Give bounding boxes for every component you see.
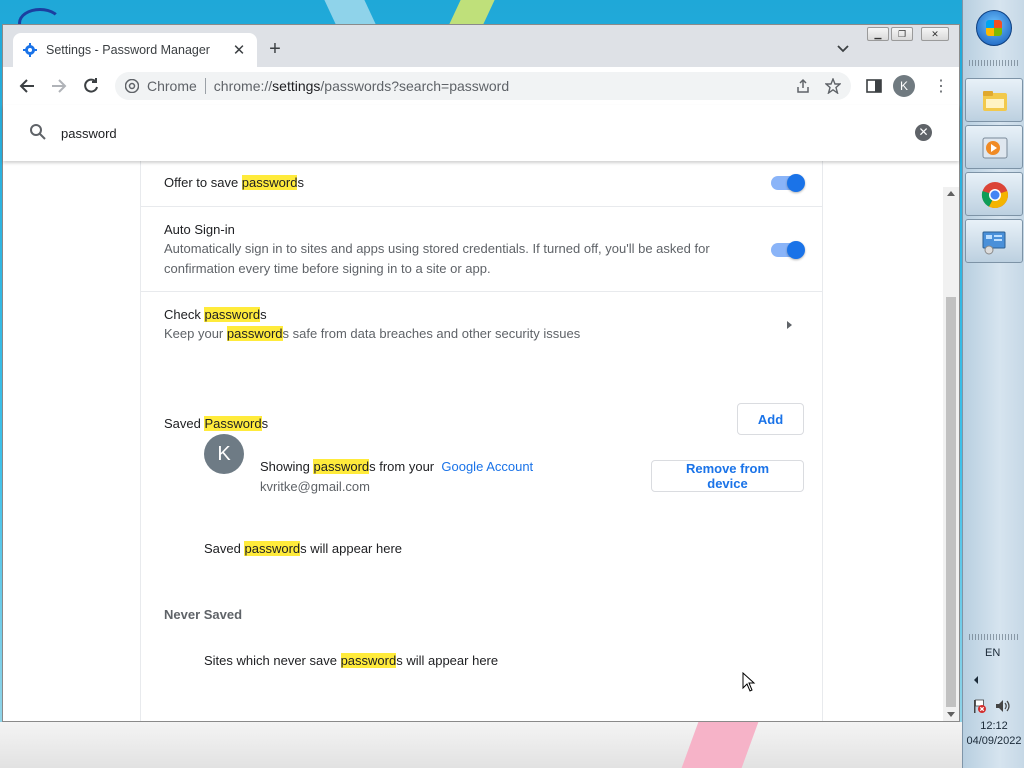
- check-passwords-row[interactable]: Check passwords Keep your passwords safe…: [141, 292, 822, 356]
- taskbar-file-explorer[interactable]: [965, 78, 1023, 122]
- tab-search-chevron-icon[interactable]: [835, 41, 851, 57]
- account-storage-notice: Showing passwords from your Google Accou…: [260, 459, 534, 474]
- new-tab-button[interactable]: +: [265, 38, 285, 61]
- password-manager-card: Offer to save passwords Auto Sign-in Aut…: [140, 161, 823, 721]
- tab-settings[interactable]: Settings - Password Manager ✕: [13, 33, 257, 67]
- never-saved-heading: Never Saved: [164, 607, 243, 622]
- taskbar-chrome[interactable]: [965, 172, 1023, 216]
- search-input[interactable]: [61, 123, 661, 143]
- scroll-up-arrow-icon[interactable]: [947, 191, 955, 196]
- vertical-scrollbar[interactable]: [943, 187, 959, 721]
- close-window-button[interactable]: ✕: [921, 27, 949, 41]
- action-center-flag-icon[interactable]: [971, 698, 987, 714]
- auto-signin-toggle[interactable]: [771, 241, 805, 259]
- auto-signin-title: Auto Sign-in: [164, 222, 235, 237]
- url-text[interactable]: chrome://settings/passwords?search=passw…: [214, 78, 781, 94]
- side-panel-icon[interactable]: [865, 77, 883, 95]
- search-icon: [30, 124, 46, 140]
- share-icon[interactable]: [795, 78, 811, 94]
- desktop-wallpaper-stripe: [449, 0, 495, 24]
- omnibox-chip: Chrome: [147, 78, 197, 94]
- desktop-wallpaper-stripe: [324, 0, 376, 24]
- remove-from-device-button[interactable]: Remove from device: [651, 460, 804, 492]
- restore-button[interactable]: ❐: [891, 27, 913, 41]
- clock-time: 12:12: [980, 720, 1008, 732]
- clear-search-icon[interactable]: ✕: [915, 124, 932, 141]
- settings-content: Offer to save passwords Auto Sign-in Aut…: [3, 161, 959, 721]
- saved-passwords-empty-text: Saved passwords will appear here: [204, 541, 403, 556]
- google-account-link[interactable]: Google Account: [441, 459, 533, 474]
- check-passwords-title: Check passwords: [164, 307, 267, 322]
- offer-to-save-toggle[interactable]: [771, 174, 805, 192]
- saved-passwords-heading: Saved Passwords: [164, 416, 269, 431]
- start-button[interactable]: [976, 10, 1012, 46]
- windows-logo-icon: [986, 20, 1002, 36]
- mouse-cursor-icon: [742, 672, 756, 692]
- address-bar[interactable]: Chrome chrome://settings/passwords?searc…: [115, 72, 851, 100]
- more-menu-icon[interactable]: ⋮: [933, 76, 949, 96]
- back-arrow-icon[interactable]: [17, 76, 37, 96]
- control-panel-icon: [982, 231, 1006, 255]
- auto-signin-row[interactable]: Auto Sign-in Automatically sign in to si…: [141, 207, 822, 292]
- omnibox-separator: [204, 78, 206, 94]
- scrollbar-thumb[interactable]: [946, 297, 956, 707]
- taskbar-media-player[interactable]: [965, 125, 1023, 169]
- forward-arrow-icon[interactable]: [49, 76, 69, 96]
- show-hidden-icons-arrow-icon[interactable]: [974, 676, 978, 684]
- taskbar: EN 12:12 04/09/2022: [962, 0, 1024, 768]
- language-indicator[interactable]: EN: [985, 647, 1000, 659]
- taskbar-control-panel[interactable]: [965, 219, 1023, 263]
- system-clock[interactable]: 12:12 04/09/2022: [963, 719, 1024, 749]
- tab-title: Settings - Password Manager: [46, 43, 210, 57]
- reload-icon[interactable]: [81, 76, 101, 96]
- browser-toolbar: Chrome chrome://settings/passwords?searc…: [3, 67, 959, 105]
- chrome-icon: [981, 182, 1008, 209]
- auto-signin-description: Automatically sign in to sites and apps …: [164, 241, 710, 276]
- chevron-right-icon: [787, 321, 792, 329]
- volume-speaker-icon[interactable]: [995, 698, 1011, 714]
- add-password-button[interactable]: Add: [737, 403, 804, 435]
- never-saved-empty-text: Sites which never save passwords will ap…: [204, 653, 499, 668]
- media-player-icon: [982, 137, 1008, 159]
- clock-date: 04/09/2022: [966, 735, 1022, 747]
- bookmark-star-icon[interactable]: [825, 78, 841, 94]
- taskbar-grip[interactable]: [969, 60, 1019, 66]
- tab-close-icon[interactable]: ✕: [231, 41, 247, 59]
- account-email: kvritke@gmail.com: [260, 479, 370, 494]
- chrome-page-icon: [125, 79, 139, 93]
- check-passwords-description: Keep your passwords safe from data breac…: [164, 326, 581, 341]
- desktop-wallpaper-bottom: [0, 722, 962, 768]
- scroll-down-arrow-icon[interactable]: [947, 712, 955, 717]
- tab-strip: Settings - Password Manager ✕ + ▁ ❐ ✕: [3, 25, 959, 67]
- settings-gear-icon: [23, 43, 37, 57]
- browser-window: Settings - Password Manager ✕ + ▁ ❐ ✕ Ch…: [2, 24, 960, 722]
- minimize-button[interactable]: ▁: [867, 27, 889, 41]
- account-avatar: K: [204, 434, 244, 474]
- settings-search-bar: ✕: [3, 105, 959, 161]
- offer-to-save-label: Offer to save passwords: [164, 175, 304, 190]
- file-explorer-icon: [983, 91, 1007, 111]
- offer-to-save-row[interactable]: Offer to save passwords: [141, 161, 822, 207]
- profile-avatar[interactable]: K: [893, 75, 915, 97]
- taskbar-grip[interactable]: [969, 634, 1019, 640]
